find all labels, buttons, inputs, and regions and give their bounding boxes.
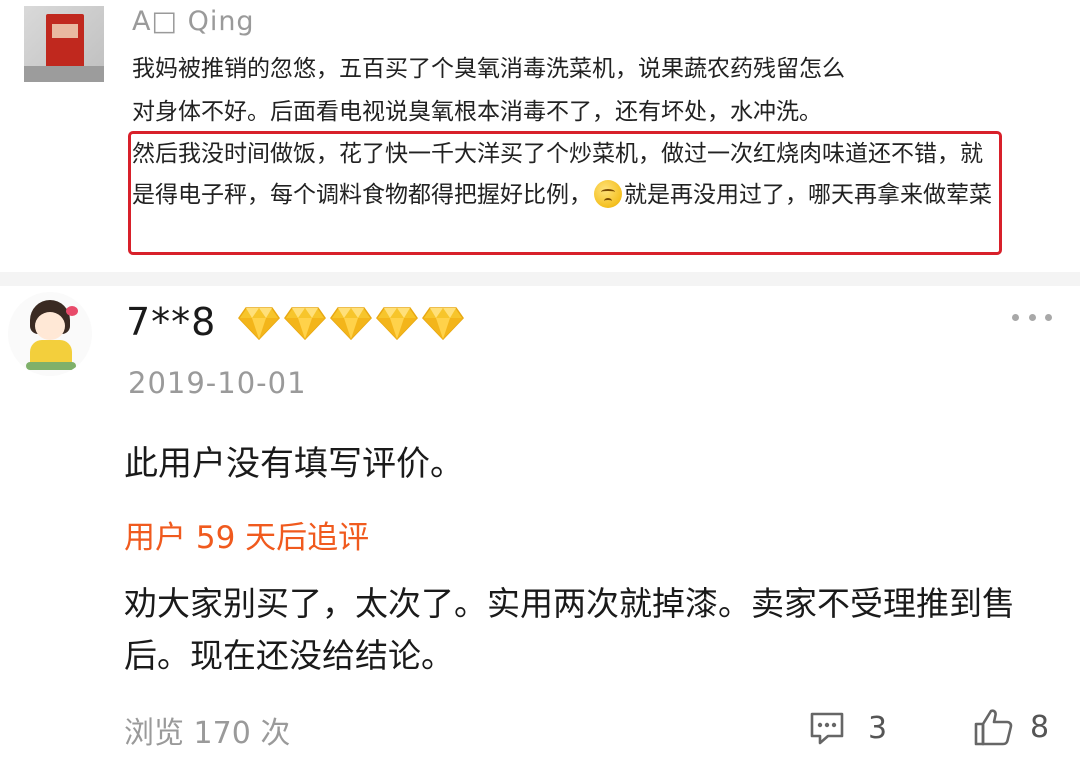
review-text: 此用户没有填写评价。 (124, 444, 464, 484)
comment-count: 3 (868, 710, 888, 746)
reviewer-avatar[interactable] (8, 292, 92, 376)
highlighted-text-part: 就是再没用过了，哪天再拿来做荤菜 (624, 182, 992, 208)
followup-label: 用户 59 天后追评 (124, 520, 370, 556)
comment-button[interactable]: 3 (808, 706, 887, 750)
divider (0, 272, 1080, 286)
diamond-icon (238, 307, 280, 340)
diamond-icon (376, 307, 418, 340)
comment-bubble-icon (810, 712, 844, 745)
like-button[interactable]: 8 (972, 704, 1049, 750)
top-comment-body: 我妈被推销的忽悠，五百买了个臭氧消毒洗菜机，说果蔬农药残留怎么 对身体不好。后面… (132, 48, 1032, 134)
highlighted-text: 然后我没时间做饭，花了快一千大洋买了个炒菜机，做过一次红烧肉味道还不错，就是得电… (132, 134, 992, 216)
like-count: 8 (1030, 709, 1050, 745)
diamond-icon (284, 307, 326, 340)
member-level-badges (238, 306, 464, 342)
top-comment: A□ Qing 我妈被推销的忽悠，五百买了个臭氧消毒洗菜机，说果蔬农药残留怎么 … (0, 0, 1080, 270)
confused-face-icon (594, 180, 622, 208)
avatar[interactable] (24, 6, 104, 82)
diamond-icon (422, 307, 464, 340)
top-comment-username[interactable]: A□ Qing (132, 6, 255, 37)
review-date: 2019-10-01 (128, 366, 307, 400)
diamond-icon (330, 307, 372, 340)
more-dots-icon[interactable] (1012, 310, 1052, 324)
top-comment-line: 我妈被推销的忽悠，五百买了个臭氧消毒洗菜机，说果蔬农药残留怎么 (132, 56, 845, 82)
top-comment-line: 对身体不好。后面看电视说臭氧根本消毒不了，还有坏处，水冲洗。 (132, 99, 822, 125)
view-count: 浏览 170 次 (124, 716, 291, 751)
reviewer-username[interactable]: 7**8 (126, 300, 216, 344)
followup-text: 劝大家别买了，太次了。实用两次就掉漆。卖家不受理推到售后。现在还没给结论。 (124, 584, 1015, 675)
thumbs-up-icon (974, 709, 1013, 746)
